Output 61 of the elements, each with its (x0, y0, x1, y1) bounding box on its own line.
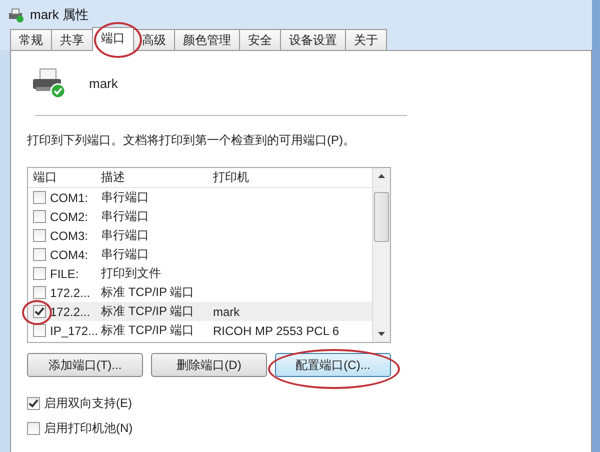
tab[interactable]: 端口 (92, 27, 134, 51)
instruction-text: 打印到下列端口。文档将打印到第一个检查到的可用端口(P)。 (27, 132, 356, 149)
port-name: COM2: (50, 210, 88, 224)
checkbox[interactable] (33, 210, 46, 223)
column-header[interactable]: 打印机 (213, 169, 372, 186)
checkbox[interactable] (33, 305, 46, 318)
window-title: mark 属性 (30, 6, 88, 24)
highlight-circle (94, 22, 142, 58)
printer-name: mark (89, 76, 118, 90)
checkbox[interactable] (27, 397, 40, 410)
port-name: COM3: (50, 228, 88, 242)
port-description: 串行端口 (101, 227, 150, 244)
scroll-down-icon[interactable] (378, 332, 385, 336)
port-description: 标准 TCP/IP 端口 (101, 322, 196, 339)
scroll-up-icon[interactable] (378, 174, 385, 178)
tab[interactable]: 常规 (10, 29, 52, 50)
checkbox[interactable] (33, 324, 46, 337)
port-button[interactable]: 添加端口(T)... (27, 353, 143, 377)
checkbox[interactable] (33, 267, 46, 280)
port-button[interactable]: 删除端口(D) (151, 353, 267, 377)
port-row[interactable]: FILE: 打印到文件 (28, 264, 372, 283)
port-name: COM1: (50, 190, 88, 204)
column-header[interactable]: 端口 (28, 169, 101, 186)
printer-name: RICOH MP 2553 PCL 6 (213, 324, 340, 338)
port-description: 标准 TCP/IP 端口 (101, 303, 196, 320)
port-row[interactable]: IP_172... 标准 TCP/IP 端口 RICOH MP 2553 PCL 6 (28, 321, 372, 340)
port-row[interactable]: COM2: 串行端口 (28, 207, 372, 226)
tab[interactable]: 共享 (51, 29, 93, 50)
highlight-circle (22, 300, 52, 325)
port-row[interactable]: COM3: 串行端口 (28, 226, 372, 245)
checkbox[interactable] (27, 422, 40, 435)
port-row[interactable]: 172.2... 标准 TCP/IP 端口 (28, 283, 372, 302)
port-name: 172.2... (50, 286, 90, 300)
printer-icon (31, 67, 67, 99)
port-name: FILE: (50, 266, 79, 280)
scroll-thumb[interactable] (374, 192, 389, 242)
scrollbar[interactable] (372, 168, 390, 342)
port-button[interactable]: 配置端口(C)... (275, 353, 391, 377)
tab[interactable]: 设备设置 (280, 29, 346, 50)
tab[interactable]: 安全 (239, 29, 281, 50)
column-header[interactable]: 描述 (101, 169, 213, 186)
port-description: 打印到文件 (101, 265, 162, 282)
port-description: 串行端口 (101, 246, 150, 263)
port-description: 串行端口 (101, 189, 150, 206)
printer-icon (8, 7, 24, 23)
port-name: COM4: (50, 248, 88, 262)
printer-name: mark (213, 304, 241, 318)
port-row[interactable]: COM1: 串行端口 (28, 188, 372, 207)
port-name: IP_172... (50, 324, 98, 338)
option-label: 启用打印机池(N) (44, 420, 133, 437)
tab[interactable]: 关于 (345, 29, 387, 50)
tab[interactable]: 颜色管理 (174, 29, 240, 50)
tab[interactable]: 高级 (133, 29, 175, 50)
checkbox[interactable] (33, 191, 46, 204)
port-row[interactable]: COM4: 串行端口 (28, 245, 372, 264)
checkbox[interactable] (33, 286, 46, 299)
checkbox[interactable] (33, 248, 46, 261)
port-description: 标准 TCP/IP 端口 (101, 284, 196, 301)
port-description: 串行端口 (101, 208, 150, 225)
checkbox[interactable] (33, 229, 46, 242)
option-label: 启用双向支持(E) (44, 395, 132, 412)
